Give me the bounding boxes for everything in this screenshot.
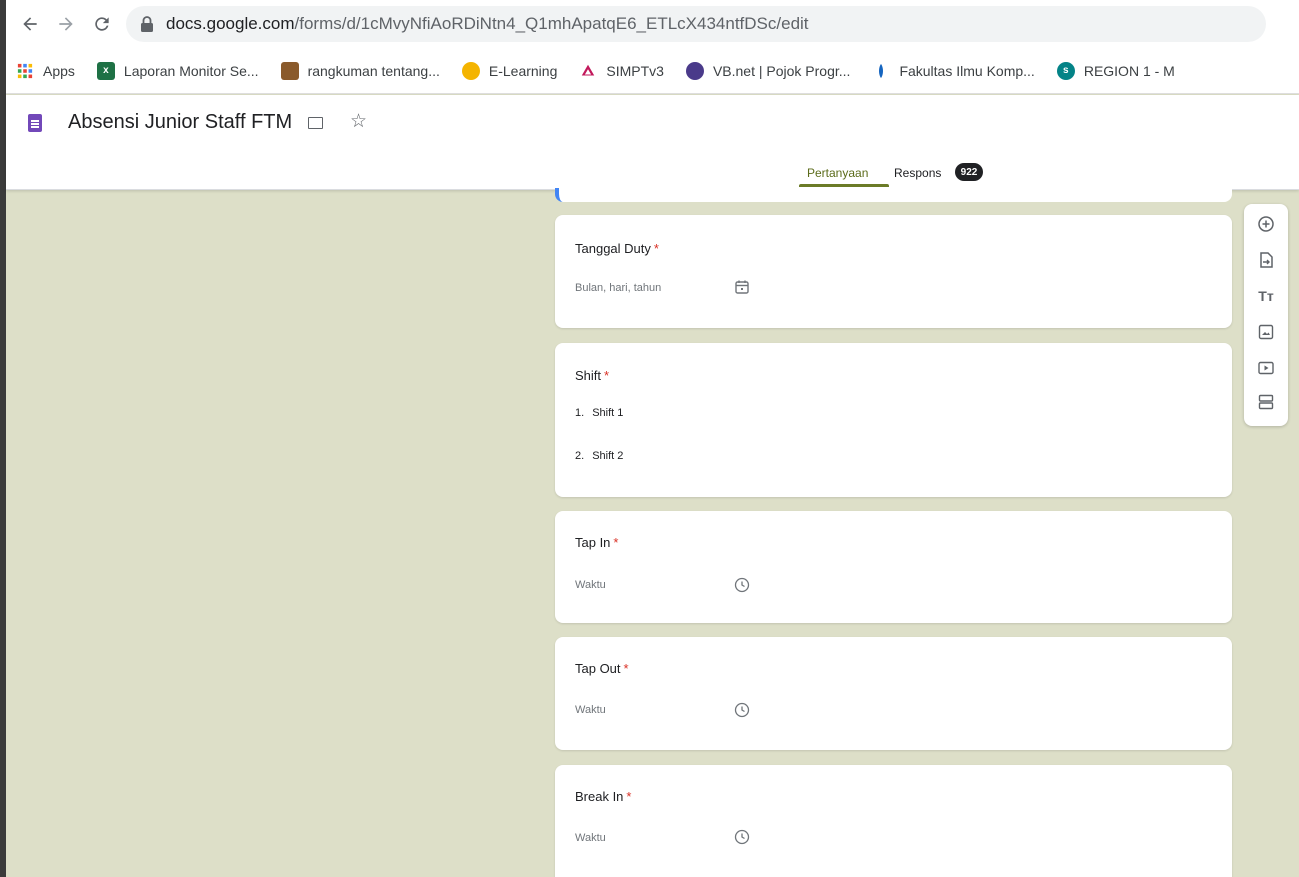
title-text-icon: Tт bbox=[1258, 288, 1274, 304]
tab-questions[interactable]: Pertanyaan bbox=[807, 166, 868, 180]
bookmark-label: rangkuman tentang... bbox=[307, 62, 440, 79]
previous-card-edge bbox=[555, 188, 1232, 202]
bookmark-label: VB.net | Pojok Progr... bbox=[712, 62, 851, 79]
response-count-badge: 922 bbox=[955, 163, 983, 181]
bookmark-fakultas[interactable]: Fakultas Ilmu Komp... bbox=[872, 62, 1035, 80]
question-card-break-in[interactable]: Break In * Waktu bbox=[555, 765, 1232, 877]
question-card-tanggal-duty[interactable]: Tanggal Duty * Bulan, hari, tahun bbox=[555, 215, 1232, 328]
option-shift-1: 1. Shift 1 bbox=[575, 407, 624, 419]
bookmark-rangkuman[interactable]: rangkuman tentang... bbox=[280, 61, 440, 80]
bookmark-label: SIMPTv3 bbox=[606, 62, 664, 79]
arrow-right-icon bbox=[59, 17, 73, 31]
forward-button[interactable] bbox=[48, 6, 84, 42]
option-shift-2: 2. Shift 2 bbox=[575, 450, 624, 462]
image-thumbnail-icon bbox=[280, 61, 299, 80]
bookmark-label: Laporan Monitor Se... bbox=[123, 62, 259, 79]
forms-doc-icon[interactable] bbox=[28, 114, 42, 132]
image-icon bbox=[1258, 324, 1274, 340]
time-placeholder: Waktu bbox=[575, 832, 606, 844]
bookmark-apps[interactable]: Apps bbox=[16, 62, 75, 80]
bookmarks-bar: Apps x Laporan Monitor Se... rangkuman t… bbox=[6, 48, 1299, 94]
reload-button[interactable] bbox=[84, 6, 120, 42]
add-title-button[interactable]: Tт bbox=[1256, 286, 1276, 306]
bookmark-vbnet[interactable]: VB.net | Pojok Progr... bbox=[685, 61, 851, 80]
clock-icon bbox=[734, 702, 750, 718]
bookmark-label: E-Learning bbox=[488, 62, 558, 79]
bookmark-elearning[interactable]: E-Learning bbox=[461, 61, 558, 80]
bookmark-label: Fakultas Ilmu Komp... bbox=[899, 62, 1035, 79]
required-asterisk: * bbox=[613, 535, 619, 550]
video-icon bbox=[1258, 361, 1274, 375]
star-icon[interactable]: ☆ bbox=[350, 110, 367, 133]
bookmark-label: Apps bbox=[43, 62, 75, 79]
question-title: Tap Out * bbox=[575, 661, 629, 676]
required-asterisk: * bbox=[623, 661, 629, 676]
question-toolbar: Tт bbox=[1244, 204, 1288, 426]
add-section-button[interactable] bbox=[1256, 392, 1276, 412]
simpt-logo-icon bbox=[579, 62, 597, 80]
back-button[interactable] bbox=[12, 6, 48, 42]
folder-icon[interactable] bbox=[308, 117, 323, 129]
lock-icon bbox=[141, 16, 153, 32]
excel-icon: x bbox=[96, 61, 115, 80]
add-video-button[interactable] bbox=[1256, 358, 1276, 378]
question-card-shift[interactable]: Shift * 1. Shift 1 2. Shift 2 bbox=[555, 343, 1232, 497]
tab-responses[interactable]: Respons bbox=[894, 166, 941, 180]
add-question-button[interactable] bbox=[1256, 214, 1276, 234]
clock-icon bbox=[734, 829, 750, 845]
question-title: Tap In * bbox=[575, 535, 619, 550]
time-placeholder: Waktu bbox=[575, 704, 606, 716]
apps-grid-icon bbox=[16, 62, 34, 80]
form-title[interactable]: Absensi Junior Staff FTM bbox=[68, 111, 292, 134]
faculty-logo-icon bbox=[872, 62, 890, 80]
question-title: Shift * bbox=[575, 368, 610, 383]
required-asterisk: * bbox=[626, 789, 632, 804]
bookmark-region[interactable]: s REGION 1 - M bbox=[1056, 61, 1175, 80]
question-card-tap-out[interactable]: Tap Out * Waktu bbox=[555, 637, 1232, 750]
import-questions-button[interactable] bbox=[1256, 250, 1276, 270]
form-editor-header: Absensi Junior Staff FTM ☆ Pertanyaan Re… bbox=[6, 95, 1299, 190]
elearning-logo-icon bbox=[461, 61, 480, 80]
arrow-left-icon bbox=[23, 17, 37, 31]
active-tab-indicator bbox=[799, 184, 889, 187]
question-card-tap-in[interactable]: Tap In * Waktu bbox=[555, 511, 1232, 623]
time-placeholder: Waktu bbox=[575, 579, 606, 591]
bookmark-simpt[interactable]: SIMPTv3 bbox=[579, 62, 664, 80]
import-icon bbox=[1260, 252, 1273, 268]
address-bar[interactable]: docs.google.com/forms/d/1cMvyNfiAoRDiNtn… bbox=[126, 6, 1266, 42]
required-asterisk: * bbox=[653, 241, 659, 256]
browser-toolbar: docs.google.com/forms/d/1cMvyNfiAoRDiNtn… bbox=[6, 0, 1299, 48]
sharepoint-icon: s bbox=[1056, 61, 1075, 80]
date-placeholder: Bulan, hari, tahun bbox=[575, 282, 662, 294]
vbnet-logo-icon bbox=[685, 61, 704, 80]
question-title: Break In * bbox=[575, 789, 632, 804]
url-host: docs.google.com bbox=[166, 14, 295, 33]
question-title: Tanggal Duty * bbox=[575, 241, 659, 256]
required-asterisk: * bbox=[604, 368, 610, 383]
reload-icon bbox=[95, 17, 109, 31]
calendar-icon bbox=[735, 280, 749, 294]
clock-icon bbox=[734, 577, 750, 593]
section-icon bbox=[1258, 394, 1274, 410]
add-image-button[interactable] bbox=[1256, 322, 1276, 342]
url-path: /forms/d/1cMvyNfiAoRDiNtn4_Q1mhApatqE6_E… bbox=[294, 14, 809, 33]
bookmark-label: REGION 1 - M bbox=[1083, 62, 1175, 79]
add-circle-icon bbox=[1258, 216, 1274, 232]
bookmark-laporan[interactable]: x Laporan Monitor Se... bbox=[96, 61, 259, 80]
